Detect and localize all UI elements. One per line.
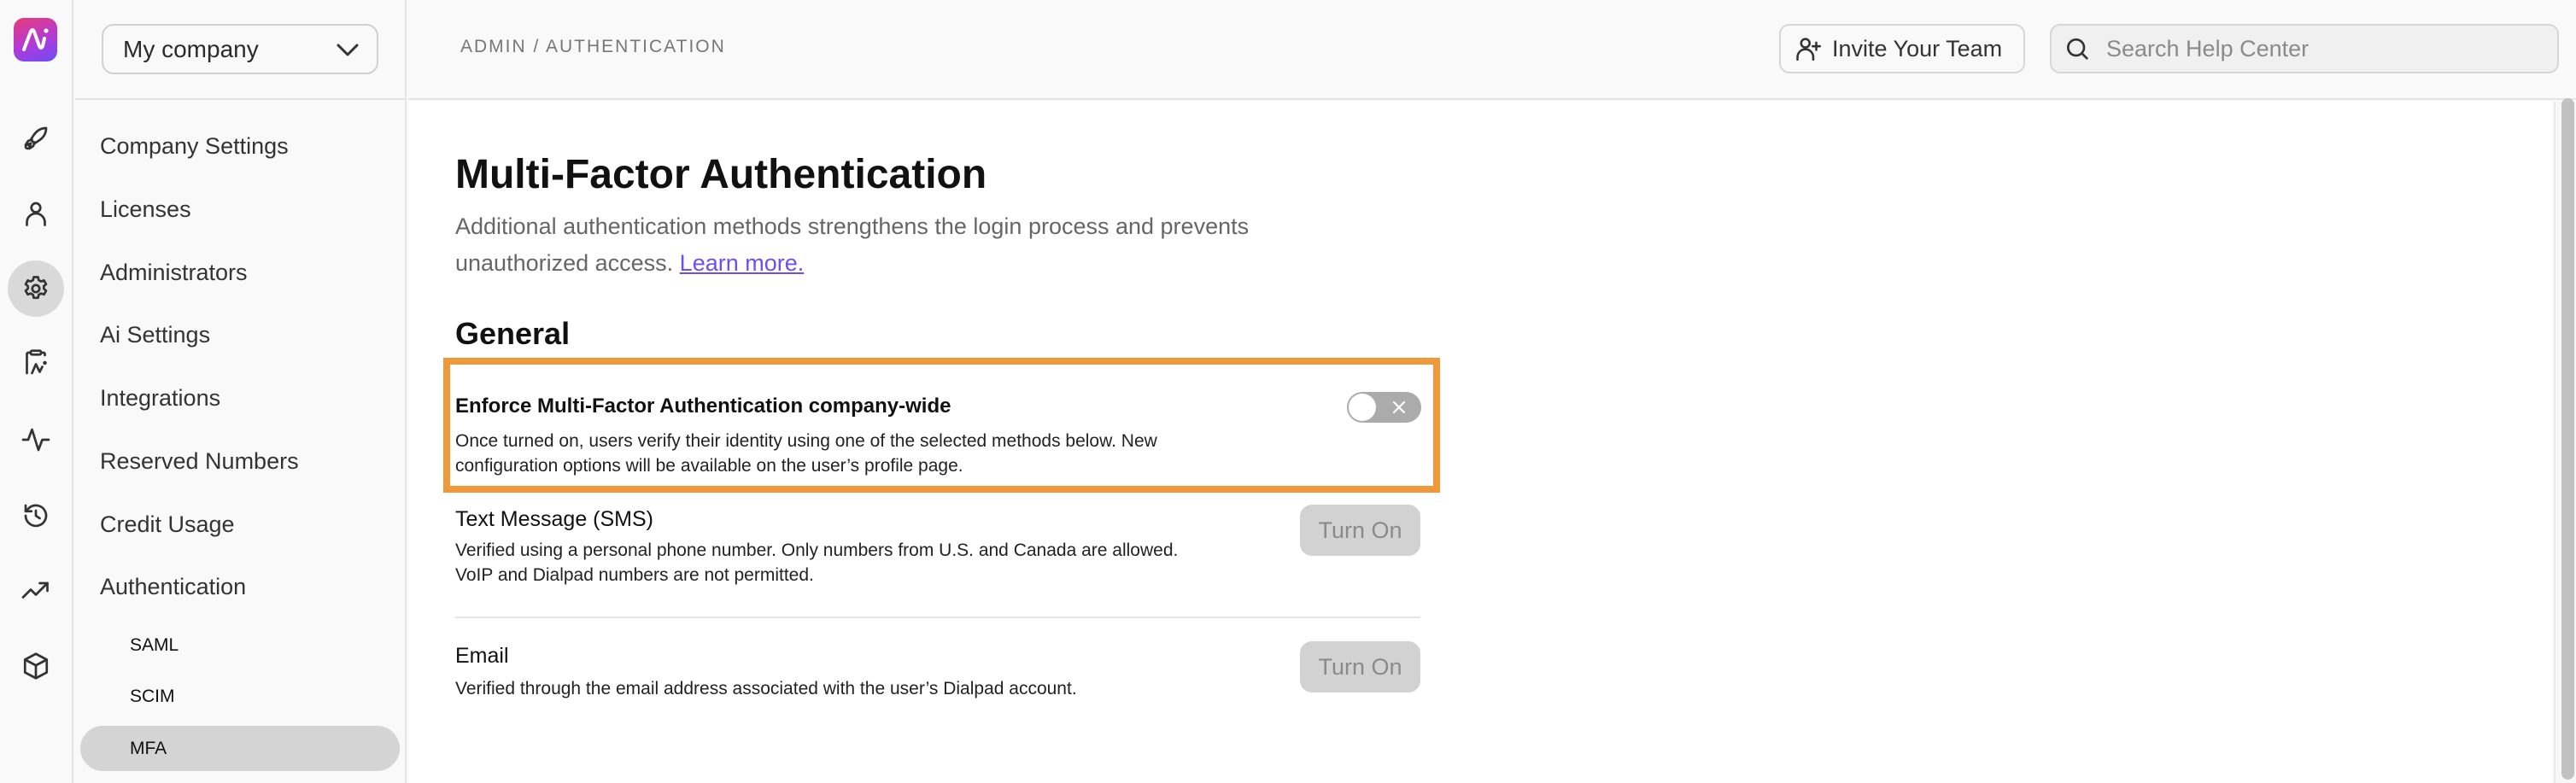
x-icon bbox=[1392, 400, 1406, 414]
sms-turn-on-button[interactable]: Turn On bbox=[1300, 505, 1420, 556]
invite-team-button[interactable]: Invite Your Team bbox=[1779, 24, 2025, 73]
sidebar-item-ai-settings[interactable]: Ai Settings bbox=[100, 318, 210, 352]
main-scrollbar[interactable] bbox=[2554, 98, 2576, 783]
enforce-mfa-title: Enforce Multi-Factor Authentication comp… bbox=[455, 394, 951, 418]
breadcrumb: ADMIN / AUTHENTICATION bbox=[460, 37, 726, 56]
sidebar-subitem-scim[interactable]: SCIM bbox=[80, 674, 400, 719]
dialpad-logo-icon[interactable] bbox=[14, 18, 57, 61]
rail-item-activity[interactable] bbox=[8, 412, 64, 468]
rail-item-analytics[interactable] bbox=[8, 563, 64, 619]
sidebar-item-authentication[interactable]: Authentication bbox=[100, 570, 246, 604]
page-title: Multi-Factor Authentication bbox=[455, 152, 987, 197]
sms-method-title: Text Message (SMS) bbox=[455, 507, 654, 531]
scrollbar-thumb[interactable] bbox=[2561, 98, 2574, 780]
main-content: Multi-Factor Authentication Additional a… bbox=[408, 102, 2552, 783]
page-description: Additional authentication methods streng… bbox=[455, 208, 1344, 282]
trending-up-icon bbox=[21, 581, 49, 599]
sidebar-item-licenses[interactable]: Licenses bbox=[100, 192, 191, 226]
chevron-down-icon bbox=[337, 44, 359, 56]
person-icon bbox=[26, 202, 46, 226]
sidebar-subitem-saml[interactable]: SAML bbox=[80, 622, 400, 668]
sms-method-description: Verified using a personal phone number. … bbox=[455, 541, 1179, 585]
rail-item-users[interactable] bbox=[8, 185, 64, 242]
gear-icon bbox=[24, 276, 48, 300]
activity-icon bbox=[21, 428, 50, 452]
method-divider bbox=[455, 616, 1420, 618]
section-title-general: General bbox=[455, 316, 571, 351]
sidebar-item-administrators[interactable]: Administrators bbox=[100, 255, 248, 289]
learn-more-link[interactable]: Learn more. bbox=[680, 250, 805, 276]
email-turn-on-button[interactable]: Turn On bbox=[1300, 641, 1420, 692]
rail-item-settings[interactable] bbox=[8, 260, 64, 317]
company-select-value: My company bbox=[123, 35, 259, 62]
sidebar-subitem-mfa[interactable]: MFA bbox=[80, 726, 400, 771]
toggle-knob bbox=[1349, 394, 1376, 421]
sidebar-item-credit-usage[interactable]: Credit Usage bbox=[100, 507, 235, 541]
history-icon bbox=[24, 504, 48, 528]
box-icon bbox=[23, 652, 49, 680]
enforce-mfa-description: Once turned on, users verify their ident… bbox=[455, 431, 1157, 476]
enforce-mfa-toggle[interactable] bbox=[1347, 392, 1421, 423]
sidebar-item-reserved-numbers[interactable]: Reserved Numbers bbox=[100, 444, 299, 478]
rocket-icon bbox=[24, 126, 48, 150]
rail-item-rocket[interactable] bbox=[8, 110, 64, 167]
help-search[interactable] bbox=[2050, 24, 2559, 73]
admin-sidebar: My company Company Settings Licenses Adm… bbox=[75, 0, 407, 783]
invite-team-label: Invite Your Team bbox=[1832, 35, 2003, 61]
top-header: ADMIN / AUTHENTICATION Invite Your Team bbox=[408, 0, 2576, 100]
help-search-input[interactable] bbox=[2106, 35, 2550, 62]
search-icon bbox=[2067, 38, 2088, 60]
sidebar-header: My company bbox=[75, 0, 405, 100]
clipboard-ai-icon bbox=[26, 349, 47, 375]
icon-rail bbox=[0, 0, 73, 783]
rail-item-history[interactable] bbox=[8, 488, 64, 544]
page-description-text: Additional authentication methods streng… bbox=[455, 213, 1250, 276]
user-plus-icon bbox=[1796, 38, 1822, 61]
sidebar-item-integrations[interactable]: Integrations bbox=[100, 381, 220, 415]
rail-item-apps[interactable] bbox=[8, 638, 64, 694]
email-method-title: Email bbox=[455, 644, 509, 668]
email-method-description: Verified through the email address assoc… bbox=[455, 679, 1077, 698]
rail-item-ai-playbooks[interactable] bbox=[8, 335, 64, 391]
company-select[interactable]: My company bbox=[102, 24, 378, 74]
sidebar-item-company-settings[interactable]: Company Settings bbox=[100, 129, 289, 163]
